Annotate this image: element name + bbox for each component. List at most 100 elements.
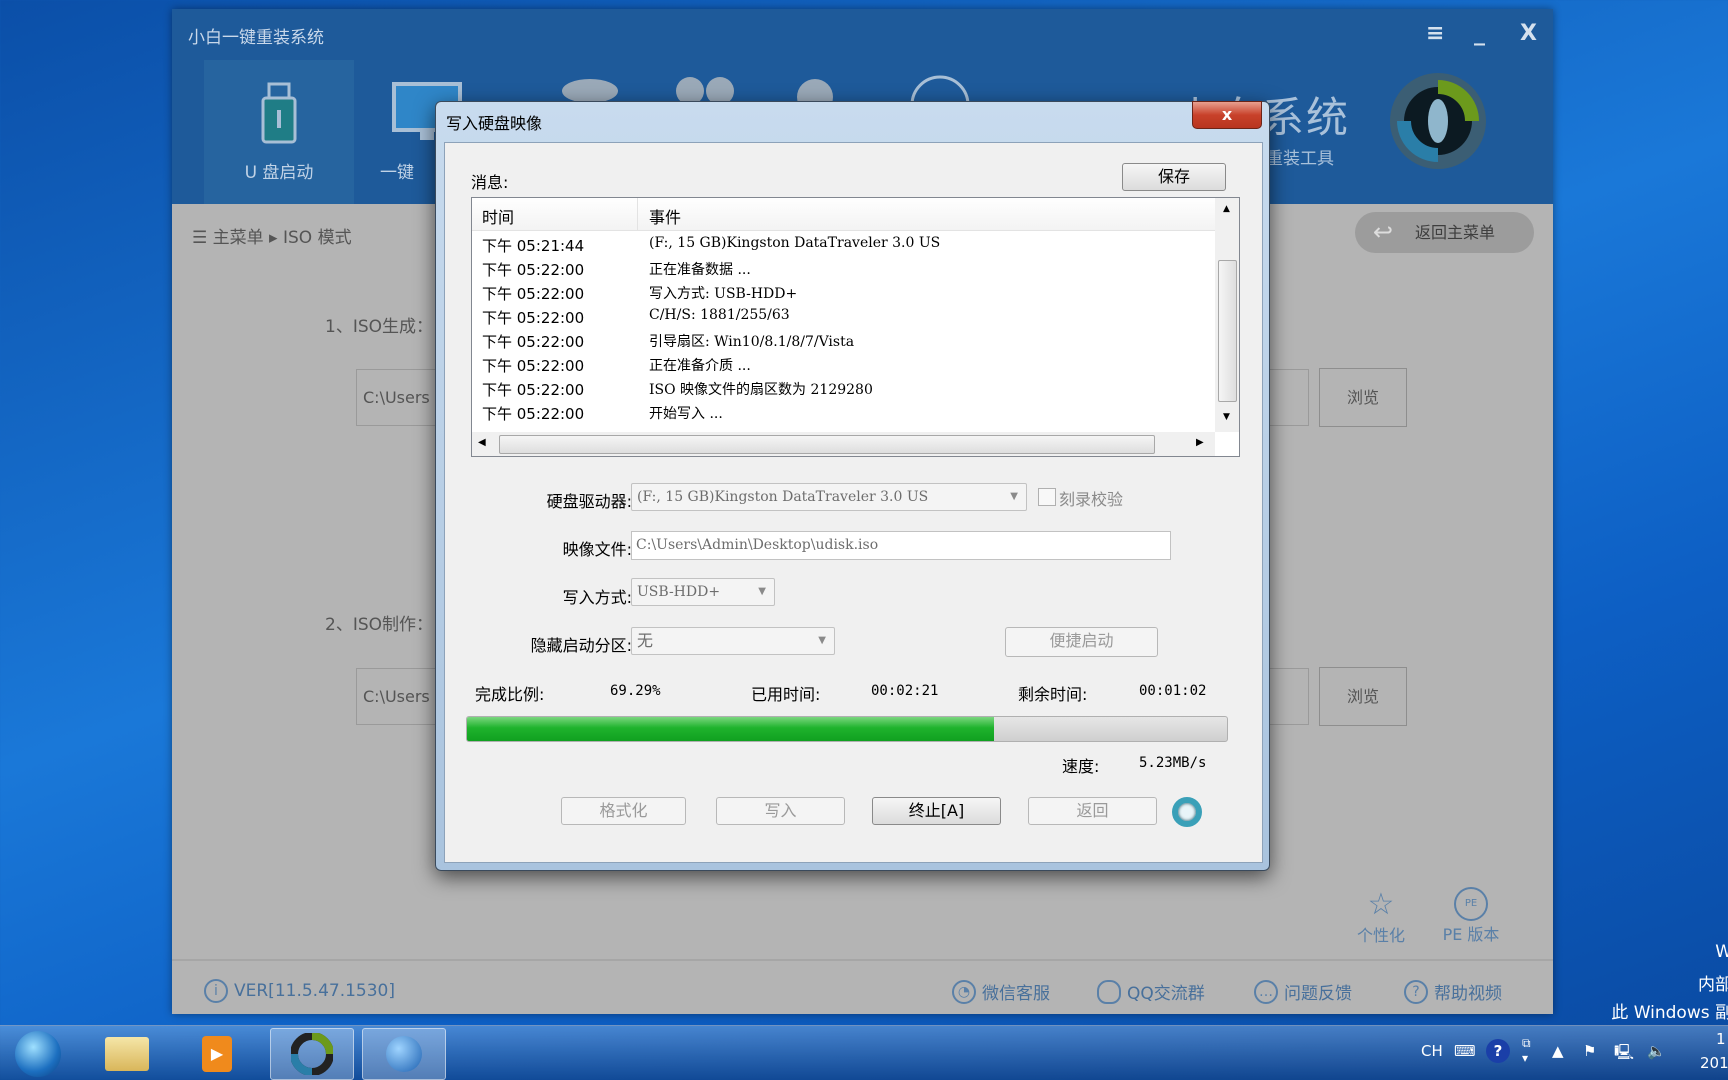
taskbar-media-player[interactable]: ▶ (175, 1028, 259, 1080)
log-time: 下午 05:22:00 (482, 357, 585, 375)
browse-button-1[interactable]: 浏览 (1319, 368, 1407, 427)
drive-select[interactable]: (F:, 15 GB)Kingston DataTraveler 3.0 US ▼ (631, 483, 1027, 511)
log-row[interactable]: 下午 05:22:00 ISO 映像文件的扇区数为 2129280 (472, 379, 1215, 403)
verify-checkbox[interactable] (1038, 488, 1056, 506)
busy-spinner-icon (1172, 797, 1202, 827)
mode-value: USB-HDD+ (637, 584, 721, 600)
log-time: 下午 05:22:00 (482, 333, 585, 351)
message-log[interactable]: 时间 事件 下午 05:21:44 (F:, 15 GB)Kingston Dat… (471, 197, 1240, 457)
write-mode-select[interactable]: USB-HDD+ ▼ (631, 578, 775, 606)
usb-drive-icon (261, 82, 297, 144)
watermark-line1: W (1715, 942, 1728, 962)
scroll-right-icon[interactable]: ▶ (1196, 437, 1204, 448)
log-row[interactable]: 下午 05:22:00 引导扇区: Win10/8.1/8/7/Vista (472, 331, 1215, 355)
stop-button[interactable]: 终止[A] (872, 797, 1001, 825)
personalize-label: 个性化 (1356, 926, 1405, 945)
help-tray-icon[interactable]: ? (1486, 1039, 1510, 1063)
horizontal-scroll-thumb[interactable] (499, 435, 1155, 454)
ime-options-icon[interactable]: ⧉ ▾ (1522, 1036, 1531, 1065)
log-event: 开始写入 ... (649, 406, 723, 422)
clock-date[interactable]: 201 (1700, 1054, 1728, 1072)
log-row[interactable]: 下午 05:22:00 开始写入 ... (472, 403, 1215, 427)
watermark-line3: 此 Windows 副 (1611, 1003, 1728, 1023)
menu-button[interactable]: ≡ (1426, 21, 1444, 46)
taskbar-globe-app[interactable] (362, 1028, 446, 1080)
verify-label: 刻录校验 (1059, 490, 1124, 509)
qq-icon (1097, 979, 1121, 1004)
speed-value: 5.23MB/s (1139, 755, 1207, 771)
back-to-menu-button[interactable]: ↩ 返回主菜单 (1355, 212, 1534, 253)
help-video-link[interactable]: ? 帮助视频 (1404, 979, 1502, 1004)
network-icon[interactable]: 🖳 (1614, 1042, 1634, 1067)
ime-indicator[interactable]: CH (1421, 1042, 1443, 1060)
log-event: 正在准备数据 ... (649, 262, 751, 278)
log-time: 下午 05:22:00 (482, 381, 585, 399)
iso-make-label: 2、ISO制作： (325, 615, 434, 635)
footer: i VER[11.5.47.1530] ◔ 微信客服 QQ交流群 … 问题反馈 ? 帮助… (172, 959, 1553, 1014)
remaining-value: 00:01:02 (1139, 683, 1207, 699)
browse-button-2[interactable]: 浏览 (1319, 667, 1407, 726)
drive-label: 硬盘驱动器: (546, 492, 632, 511)
quick-boot-button[interactable]: 便捷启动 (1005, 627, 1158, 657)
close-button[interactable]: X (1520, 21, 1537, 46)
help-icon: ? (1404, 979, 1428, 1004)
wechat-link[interactable]: ◔ 微信客服 (952, 979, 1050, 1004)
version-text: VER[11.5.47.1530] (234, 981, 396, 1001)
save-button[interactable]: 保存 (1122, 163, 1226, 191)
qq-group-link[interactable]: QQ交流群 (1097, 979, 1205, 1004)
log-event: 写入方式: USB-HDD+ (649, 286, 798, 302)
format-button[interactable]: 格式化 (561, 797, 686, 825)
horizontal-scrollbar[interactable]: ◀ ▶ (472, 432, 1215, 456)
clock-time[interactable]: 1 (1716, 1030, 1726, 1048)
log-row[interactable]: 下午 05:22:00 写入方式: USB-HDD+ (472, 283, 1215, 307)
log-time: 下午 05:22:00 (482, 309, 585, 327)
image-path-input[interactable]: C:\Users\Admin\Desktop\udisk.iso (631, 531, 1171, 560)
action-center-flag-icon[interactable]: ⚑ (1583, 1042, 1596, 1060)
remaining-label: 剩余时间: (1018, 685, 1088, 704)
vertical-scrollbar[interactable]: ▲ ▼ (1215, 198, 1239, 432)
column-time[interactable]: 时间 (482, 204, 514, 228)
dialog-close-button[interactable]: x (1192, 101, 1262, 129)
help-label: 帮助视频 (1434, 984, 1502, 1004)
scroll-down-icon[interactable]: ▼ (1223, 412, 1230, 422)
keyboard-icon[interactable]: ⌨ (1454, 1042, 1476, 1060)
app-title: 小白一键重装系统 (188, 28, 324, 48)
progress-label: 完成比例: (475, 685, 545, 704)
start-button[interactable] (0, 1028, 80, 1080)
pe-version-button[interactable]: PE PE 版本 (1431, 887, 1511, 945)
elapsed-value: 00:02:21 (871, 683, 939, 699)
scroll-up-icon[interactable]: ▲ (1223, 204, 1230, 214)
media-player-icon: ▶ (202, 1036, 232, 1072)
taskbar-explorer[interactable] (85, 1028, 169, 1080)
version-info: i VER[11.5.47.1530] (204, 979, 395, 1003)
taskbar-xiaobai[interactable] (270, 1028, 354, 1080)
scroll-left-icon[interactable]: ◀ (478, 437, 486, 448)
log-row[interactable]: 下午 05:22:00 正在准备数据 ... (472, 259, 1215, 283)
write-button[interactable]: 写入 (716, 797, 845, 825)
log-event: (F:, 15 GB)Kingston DataTraveler 3.0 US (649, 235, 941, 251)
feedback-link[interactable]: … 问题反馈 (1254, 979, 1352, 1004)
wechat-icon: ◔ (952, 979, 976, 1004)
qq-label: QQ交流群 (1127, 984, 1205, 1004)
hide-partition-label: 隐藏启动分区: (530, 636, 632, 655)
log-time: 下午 05:21:44 (482, 237, 585, 255)
vertical-scroll-thumb[interactable] (1218, 260, 1237, 402)
log-event: 引导扇区: Win10/8.1/8/7/Vista (649, 334, 855, 350)
app-logo (1390, 73, 1486, 169)
hide-partition-select[interactable]: 无 ▼ (631, 627, 835, 655)
volume-icon[interactable]: 🔈 (1647, 1042, 1666, 1060)
log-row[interactable]: 下午 05:22:00 正在准备介质 ... (472, 355, 1215, 379)
image-label: 映像文件: (562, 540, 632, 559)
personalize-button[interactable]: ☆ 个性化 (1341, 887, 1421, 946)
breadcrumb-root[interactable]: 主菜单 (213, 228, 264, 248)
dialog-body: 消息: 保存 时间 事件 下午 05:21:44 (F:, 15 GB)Kings… (444, 142, 1263, 863)
back-button[interactable]: 返回 (1028, 797, 1157, 825)
wechat-label: 微信客服 (982, 984, 1050, 1004)
log-row[interactable]: 下午 05:21:44 (F:, 15 GB)Kingston DataTrave… (472, 235, 1215, 259)
minimize-button[interactable]: _ (1474, 21, 1485, 46)
column-event[interactable]: 事件 (649, 204, 681, 228)
log-row[interactable]: 下午 05:22:00 C/H/S: 1881/255/63 (472, 307, 1215, 331)
dialog-title: 写入硬盘映像 (446, 114, 543, 133)
show-hidden-icons[interactable]: ▲ (1552, 1042, 1564, 1060)
mode-label: 写入方式: (562, 588, 632, 607)
